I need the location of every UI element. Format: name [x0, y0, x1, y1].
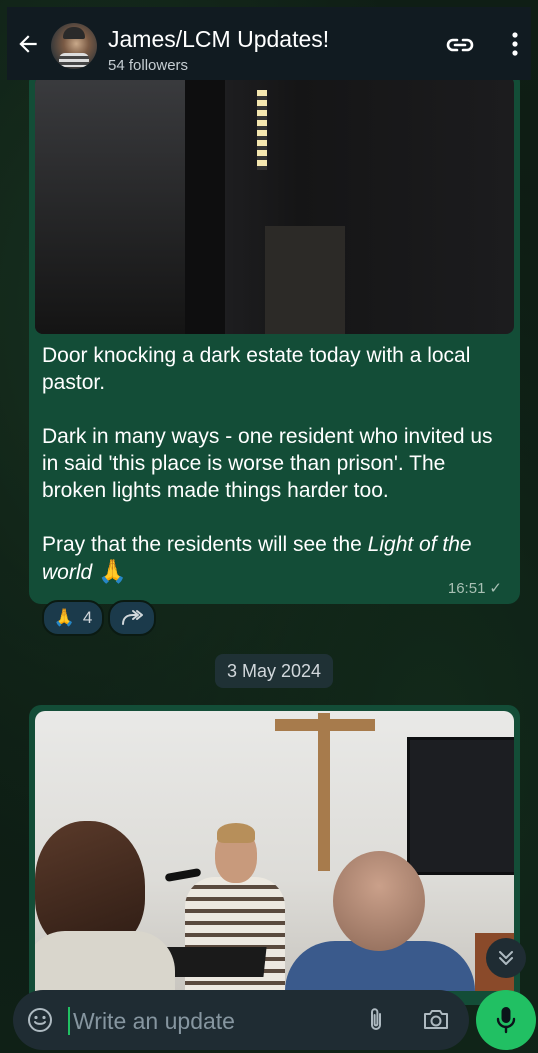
- reaction-count: 4: [82, 608, 93, 627]
- channel-avatar[interactable]: [51, 23, 97, 69]
- message-paragraph: Dark in many ways - one resident who inv…: [42, 425, 493, 502]
- message-bubble[interactable]: Door knocking a dark estate today with a…: [29, 70, 520, 604]
- channel-header[interactable]: James/LCM Updates! 54 followers: [7, 7, 531, 80]
- followers-count: 54 followers: [108, 57, 189, 74]
- reaction-chip[interactable]: 🙏 4: [42, 600, 104, 636]
- attach-icon[interactable]: [365, 1006, 387, 1034]
- message-photo[interactable]: [35, 711, 514, 991]
- message-paragraph: Pray that the residents will see the Lig…: [42, 531, 512, 586]
- microphone-icon: [496, 1007, 516, 1034]
- message-photo[interactable]: [35, 76, 514, 334]
- update-input[interactable]: [71, 1002, 345, 1040]
- more-vert-icon[interactable]: [509, 31, 521, 57]
- message-time: 16:51: [447, 580, 486, 597]
- text-cursor: [68, 1007, 70, 1035]
- message-text-segment: Pray that the residents will see the: [42, 533, 368, 556]
- forward-button[interactable]: [108, 600, 156, 636]
- channel-title[interactable]: James/LCM Updates!: [108, 26, 329, 53]
- message-paragraph: Door knocking a dark estate today with a…: [42, 344, 471, 394]
- forward-icon: [122, 610, 143, 625]
- emoji-icon[interactable]: [27, 1007, 53, 1033]
- message-composer[interactable]: [13, 990, 469, 1050]
- link-icon[interactable]: [445, 35, 475, 55]
- message-bubble[interactable]: [29, 705, 520, 1005]
- message-text: Door knocking a dark estate today with a…: [42, 342, 512, 586]
- date-divider: 3 May 2024: [215, 654, 333, 688]
- double-chevron-down-icon: [499, 951, 513, 965]
- praying-hands-emoji: 🙏: [98, 558, 127, 584]
- reaction-emoji: 🙏: [53, 608, 75, 627]
- scroll-to-bottom-button[interactable]: [486, 938, 526, 978]
- voice-record-button[interactable]: [476, 990, 536, 1050]
- sent-check-icon: ✓: [489, 580, 502, 597]
- message-timestamp: 16:51 ✓: [448, 579, 502, 597]
- camera-icon[interactable]: [422, 1006, 450, 1032]
- back-arrow-icon[interactable]: [15, 31, 41, 57]
